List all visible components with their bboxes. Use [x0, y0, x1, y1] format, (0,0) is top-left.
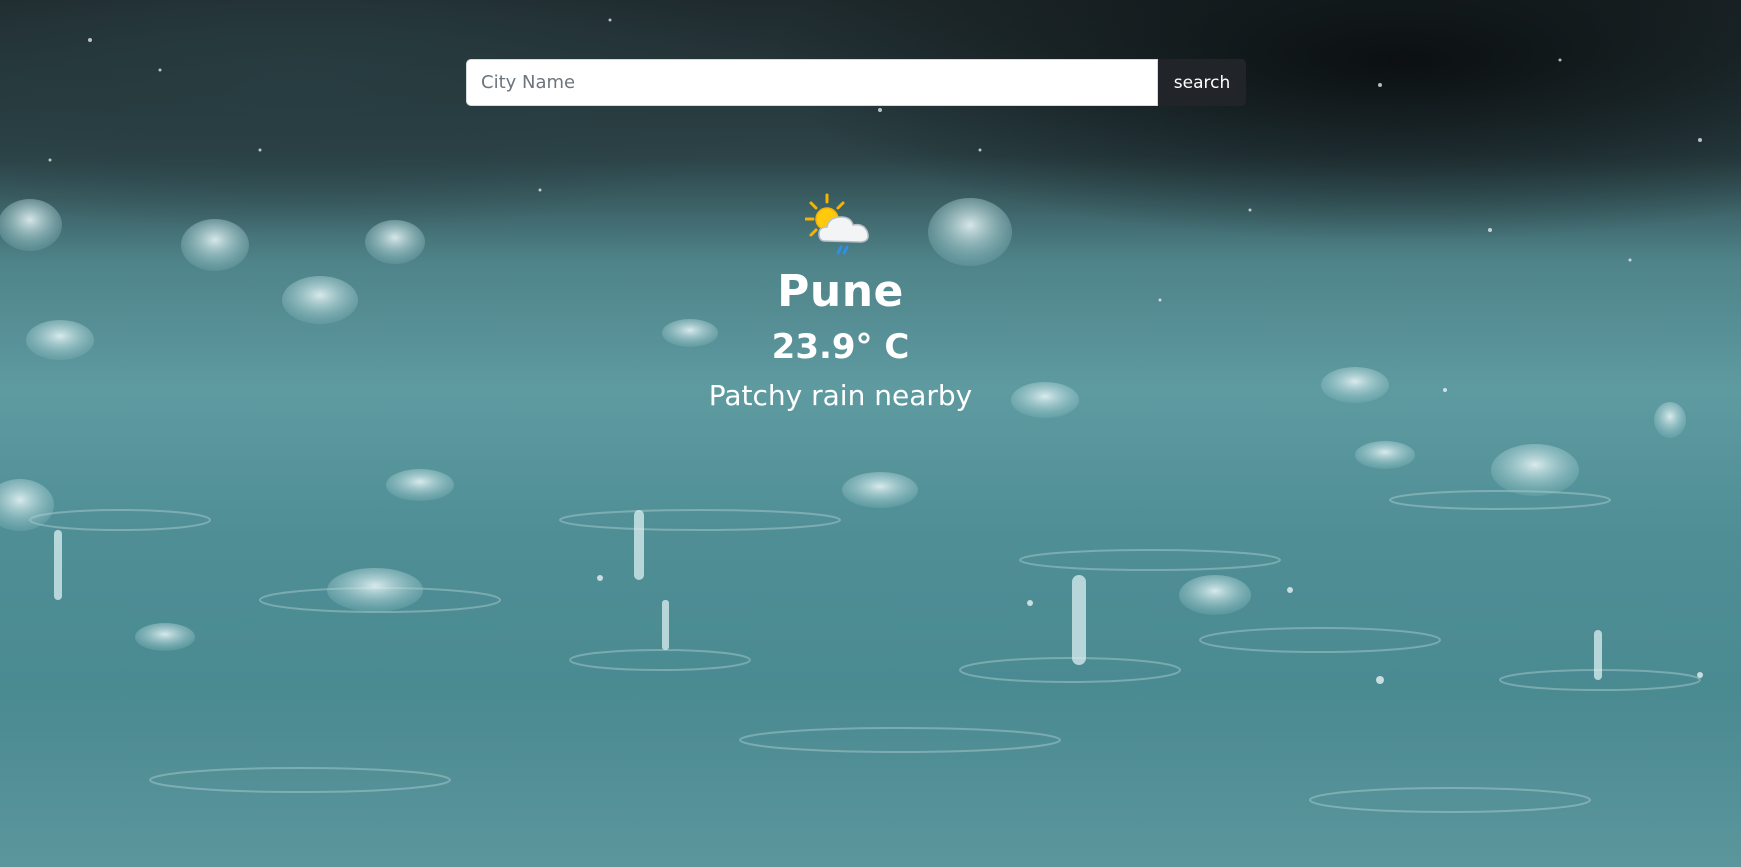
city-name: Pune — [777, 266, 904, 317]
search-button[interactable]: search — [1158, 59, 1246, 106]
weather-app-page: search Pune 23.9° C Patchy rain nearby — [0, 0, 1741, 867]
weather-condition: Patchy rain nearby — [708, 379, 973, 412]
search-bar: search — [466, 59, 1246, 106]
city-search-input[interactable] — [466, 59, 1158, 106]
weather-display: Pune 23.9° C Patchy rain nearby — [0, 193, 1681, 415]
temperature-value: 23.9° C — [771, 327, 910, 367]
rain-water-background — [0, 18, 1703, 813]
patchy-rain-sun-cloud-icon — [804, 193, 869, 255]
